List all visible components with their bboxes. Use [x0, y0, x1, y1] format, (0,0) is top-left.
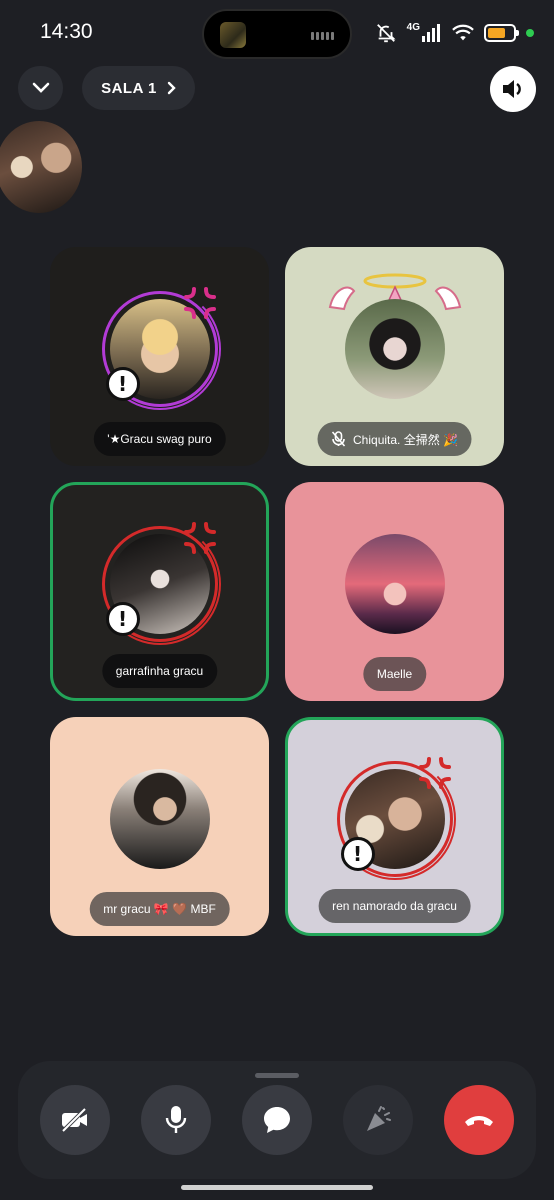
- wifi-icon: [452, 24, 474, 41]
- chat-bubble-icon: [264, 1107, 290, 1133]
- chevron-right-icon: [167, 81, 176, 95]
- participant-name: Maelle: [362, 657, 427, 691]
- speaker-icon: [503, 80, 521, 98]
- participant-name: mr gracu 🎀 🤎 MBF: [89, 892, 230, 926]
- participant-tile[interactable]: ! '★Gracu swag puro: [50, 247, 269, 466]
- participant-tile[interactable]: mr gracu 🎀 🤎 MBF: [50, 717, 269, 936]
- speaker-button[interactable]: [490, 66, 536, 112]
- participant-tile[interactable]: Chiquita. 全掃然 🎉: [285, 247, 504, 466]
- network-label: 4G: [406, 21, 420, 33]
- status-bar: 14:30 4G: [0, 0, 554, 66]
- participant-name: ren namorado da gracu: [318, 889, 471, 923]
- microphone-button[interactable]: [141, 1085, 211, 1155]
- participant-name: '★Gracu swag puro: [93, 422, 226, 456]
- anger-symbol-icon: [418, 756, 451, 789]
- alert-badge-icon: !: [340, 836, 375, 871]
- mic-muted-icon: [331, 431, 345, 447]
- soundboard-icon: [367, 1106, 391, 1131]
- media-thumbnail: [220, 22, 246, 48]
- participant-name: Chiquita. 全掃然 🎉: [317, 422, 472, 456]
- alert-badge-icon: !: [105, 366, 140, 401]
- avatar: [344, 533, 445, 634]
- camera-off-icon: [61, 1107, 87, 1133]
- participant-tile[interactable]: ! garrafinha gracu: [50, 482, 269, 701]
- collapse-button[interactable]: [18, 66, 63, 110]
- self-video-preview[interactable]: [0, 121, 82, 213]
- anger-symbol-icon: [183, 521, 216, 554]
- avatar: [109, 768, 210, 869]
- camera-toggle-button[interactable]: [40, 1085, 110, 1155]
- soundboard-button[interactable]: [343, 1085, 413, 1155]
- end-call-button[interactable]: [444, 1085, 514, 1155]
- alert-badge-icon: !: [105, 601, 140, 636]
- signal-icon: [422, 24, 440, 42]
- phone-hangup-icon: [465, 1116, 493, 1126]
- chevron-down-icon: [32, 82, 49, 93]
- anger-symbol-icon: [183, 286, 216, 319]
- home-indicator[interactable]: [181, 1185, 373, 1190]
- privacy-indicator-icon: [526, 29, 534, 37]
- status-time: 14:30: [40, 20, 93, 43]
- chat-button[interactable]: [242, 1085, 312, 1155]
- room-selector-button[interactable]: SALA 1: [82, 66, 195, 110]
- microphone-icon: [165, 1106, 187, 1133]
- drag-handle[interactable]: [255, 1073, 299, 1078]
- participant-tile[interactable]: ! ren namorado da gracu: [285, 717, 504, 936]
- dynamic-island[interactable]: [202, 9, 352, 59]
- participant-tile[interactable]: Maelle: [285, 482, 504, 701]
- battery-icon: [484, 24, 519, 42]
- audio-bars-icon: [311, 32, 334, 40]
- status-icons: 4G: [375, 22, 534, 44]
- avatar: [344, 298, 445, 399]
- participant-name: garrafinha gracu: [101, 654, 218, 688]
- room-label: SALA 1: [101, 79, 157, 97]
- bell-muted-icon: [376, 24, 396, 43]
